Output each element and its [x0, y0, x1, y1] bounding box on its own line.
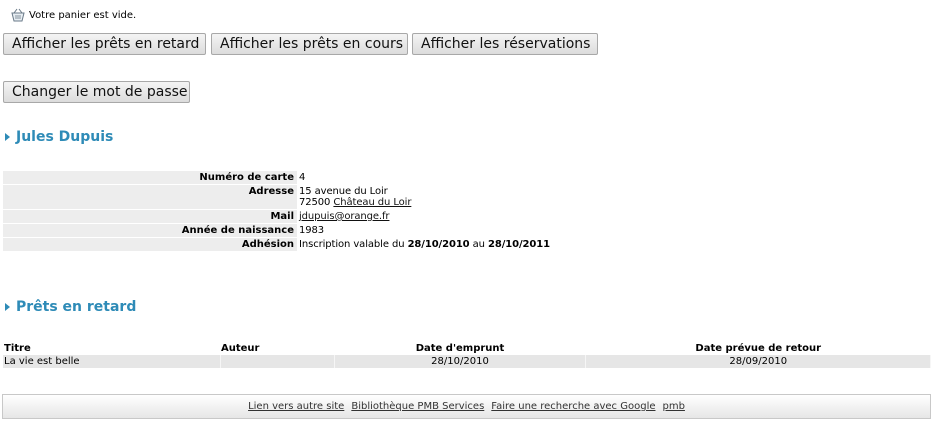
address-label: Adresse — [248, 186, 294, 197]
cart-status: Votre panier est vide. — [10, 7, 136, 23]
mail-value: jdupuis@orange.fr — [297, 210, 929, 223]
card-value: 4 — [297, 171, 929, 184]
mail-link[interactable]: jdupuis@orange.fr — [299, 211, 390, 222]
table-header-row: Titre Auteur Date d'emprunt Date prévue … — [3, 341, 931, 355]
membership-mid: au — [472, 239, 485, 250]
address-line2: 72500 Château du Loir — [299, 197, 929, 208]
footer-link-library[interactable]: Bibliothèque PMB Services — [351, 401, 484, 412]
cell-author — [220, 355, 335, 368]
late-loans-heading[interactable]: Prêts en retard — [5, 299, 136, 315]
footer-link-google-search[interactable]: Faire une recherche avec Google — [491, 401, 655, 412]
column-header-borrow-date[interactable]: Date d'emprunt — [334, 341, 585, 355]
column-header-title[interactable]: Titre — [3, 341, 220, 355]
table-row[interactable]: La vie est belle 28/10/2010 28/09/2010 — [3, 355, 931, 368]
card-label: Numéro de carte — [199, 172, 294, 183]
column-header-author[interactable]: Auteur — [220, 341, 334, 355]
membership-value: Inscription valable du 28/10/2010 au 28/… — [297, 238, 929, 251]
show-reservations-button[interactable]: Afficher les réservations — [412, 33, 598, 55]
membership-end: 28/10/2011 — [488, 239, 550, 250]
footer: Lien vers autre site Bibliothèque PMB Se… — [2, 394, 931, 419]
address-line1: 15 avenue du Loir — [299, 186, 388, 197]
membership-start: 28/10/2010 — [407, 239, 470, 250]
mail-label: Mail — [270, 211, 294, 222]
cart-text: Votre panier est vide. — [29, 9, 137, 21]
membership-label: Adhésion — [241, 239, 294, 250]
info-row-address: Adresse 15 avenue du Loir 72500 Château … — [3, 185, 929, 210]
user-name-heading[interactable]: Jules Dupuis — [5, 129, 113, 145]
postcode: 72500 — [299, 197, 331, 208]
show-late-loans-button[interactable]: Afficher les prêts en retard — [3, 33, 206, 55]
cell-return-date: 28/09/2010 — [585, 355, 931, 368]
change-password-button[interactable]: Changer le mot de passe — [3, 81, 190, 103]
birth-label: Année de naissance — [181, 225, 294, 236]
cell-borrow-date: 28/10/2010 — [334, 355, 586, 368]
membership-prefix: Inscription valable du — [299, 239, 405, 250]
user-name: Jules Dupuis — [16, 129, 114, 145]
info-row-card: Numéro de carte 4 — [3, 171, 929, 185]
column-header-return-date[interactable]: Date prévue de retour — [585, 341, 931, 355]
info-row-birth: Année de naissance 1983 — [3, 224, 929, 238]
show-current-loans-button[interactable]: Afficher les prêts en cours — [211, 33, 408, 55]
cell-title: La vie est belle — [3, 355, 221, 368]
footer-link-pmb[interactable]: pmb — [663, 401, 685, 412]
expand-triangle-icon — [5, 303, 10, 311]
footer-link-other-site[interactable]: Lien vers autre site — [248, 401, 344, 412]
expand-triangle-icon — [5, 133, 10, 141]
late-loans-table: Titre Auteur Date d'emprunt Date prévue … — [3, 341, 931, 368]
basket-icon — [11, 8, 25, 22]
late-loans-title: Prêts en retard — [16, 299, 137, 315]
user-info-table: Numéro de carte 4 Adresse 15 avenue du L… — [3, 171, 929, 252]
info-row-mail: Mail jdupuis@orange.fr — [3, 210, 929, 224]
birth-value: 1983 — [297, 224, 929, 237]
info-row-membership: Adhésion Inscription valable du 28/10/20… — [3, 238, 929, 252]
address-value: 15 avenue du Loir 72500 Château du Loir — [297, 185, 929, 209]
city-link[interactable]: Château du Loir — [333, 197, 411, 208]
